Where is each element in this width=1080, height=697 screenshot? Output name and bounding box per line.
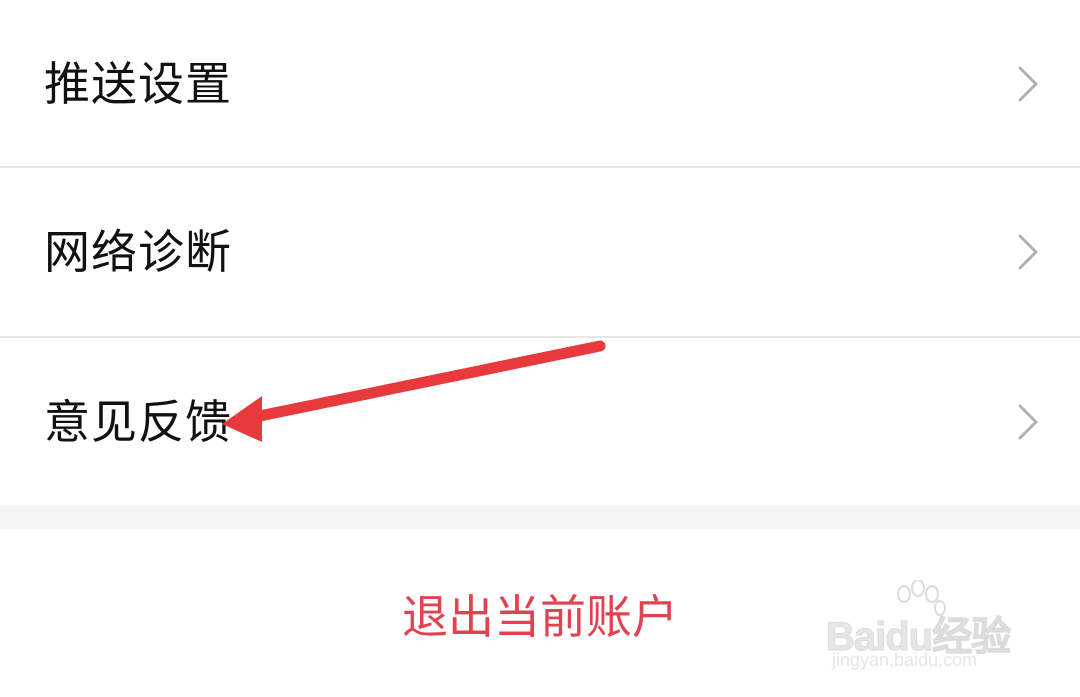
menu-item-push-settings[interactable]: 推送设置: [0, 0, 1080, 168]
chevron-right-icon: [1018, 404, 1038, 440]
settings-menu-list: 推送设置 网络诊断 意见反馈: [0, 0, 1080, 506]
baidu-watermark: Baidu经验 jingyan.baidu.com: [825, 580, 1036, 680]
menu-item-feedback[interactable]: 意见反馈: [0, 338, 1080, 506]
logout-label: 退出当前账户: [402, 590, 678, 644]
menu-item-label: 推送设置: [44, 57, 232, 111]
menu-item-label: 意见反馈: [44, 395, 232, 449]
chevron-right-icon: [1018, 234, 1038, 270]
watermark-site: jingyan.baidu.com: [832, 650, 978, 670]
chevron-right-icon: [1018, 66, 1038, 102]
menu-item-label: 网络诊断: [44, 225, 232, 279]
menu-item-network-diagnosis[interactable]: 网络诊断: [0, 168, 1080, 336]
settings-page: 推送设置 网络诊断 意见反馈 退出当前账户 Baidu经验 jingyan.ba…: [0, 0, 1080, 697]
section-gap: [0, 505, 1080, 529]
